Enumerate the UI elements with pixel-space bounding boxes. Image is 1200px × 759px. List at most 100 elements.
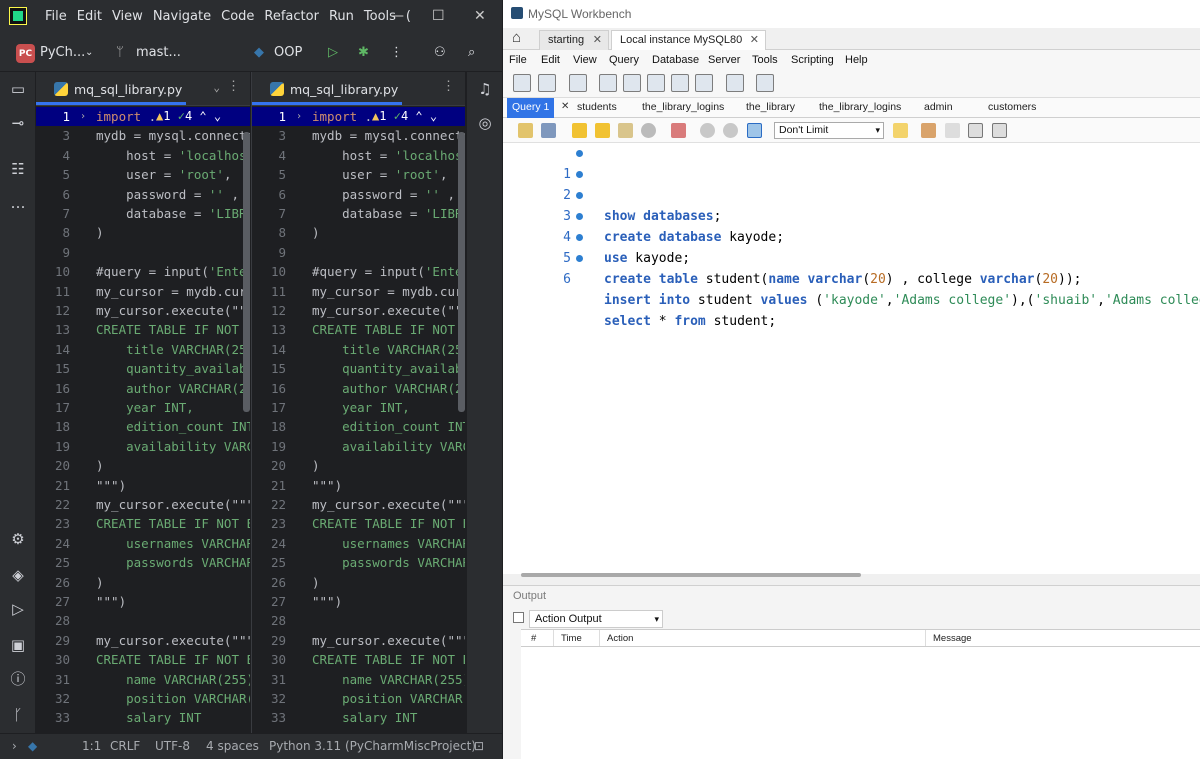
menu-scripting[interactable]: Scripting	[791, 54, 834, 66]
chevron-down-icon[interactable]: ⌄	[213, 81, 220, 94]
tab-the-library[interactable]: the_library	[746, 101, 795, 113]
structure-icon[interactable]: ☷	[9, 160, 27, 178]
layers-icon[interactable]: ◈	[9, 566, 27, 584]
col-number[interactable]: #	[531, 633, 536, 644]
menu-edit[interactable]: Edit	[77, 9, 102, 24]
close-icon[interactable]: ✕	[474, 8, 486, 24]
fold-icon[interactable]: ›	[296, 107, 302, 126]
maximize-icon[interactable]: ☐	[432, 8, 445, 24]
explain-icon[interactable]	[618, 123, 633, 138]
run-config-selector[interactable]: OOP	[274, 45, 302, 60]
menu-navigate[interactable]: Navigate	[153, 9, 211, 24]
close-icon[interactable]: ✕	[561, 101, 569, 112]
chevron-up-icon[interactable]: ⌃	[199, 109, 206, 123]
project-selector[interactable]: PyCh...	[40, 45, 85, 60]
menu-file[interactable]: File	[509, 54, 527, 66]
python-packages-icon[interactable]: ⚙	[9, 530, 27, 548]
col-message[interactable]: Message	[933, 633, 972, 644]
file-tab[interactable]: mq_sql_library.py ⌄ ⋮	[36, 72, 250, 106]
tab-the-library-logins[interactable]: the_library_logins	[642, 101, 724, 113]
word-wrap-icon[interactable]	[992, 123, 1007, 138]
menu-server[interactable]: Server	[708, 54, 740, 66]
add-snippet-icon[interactable]	[893, 123, 908, 138]
inspection-widget[interactable]: ▲1 ✓4 ⌃ ⌄	[156, 107, 221, 126]
more-actions-icon[interactable]: ⋮	[390, 45, 403, 60]
tab-the-library-logins-2[interactable]: the_library_logins	[819, 101, 901, 113]
rollback-icon[interactable]	[723, 123, 738, 138]
search-table-data-icon[interactable]	[726, 74, 744, 92]
inspection-widget[interactable]: ▲1 ✓4 ⌃ ⌄	[372, 107, 437, 126]
commit-icon[interactable]	[700, 123, 715, 138]
find-icon[interactable]	[945, 123, 960, 138]
indent-setting[interactable]: 4 spaces	[206, 739, 259, 753]
menu-view[interactable]: View	[573, 54, 597, 66]
problems-icon[interactable]: ⓘ	[9, 670, 27, 688]
stop-icon[interactable]	[641, 123, 656, 138]
chevron-right-icon[interactable]: ›	[12, 739, 17, 753]
menu-view[interactable]: View	[112, 9, 143, 24]
open-sql-script-icon[interactable]	[538, 74, 556, 92]
close-icon[interactable]: ✕	[593, 31, 602, 49]
autocommit-icon[interactable]	[747, 123, 762, 138]
project-badge[interactable]: PC	[16, 44, 35, 63]
services-icon[interactable]: ▷	[9, 600, 27, 618]
chevron-down-icon[interactable]: ⌄	[430, 109, 437, 123]
menu-tools[interactable]: Tools	[752, 54, 778, 66]
create-function-icon[interactable]	[695, 74, 713, 92]
create-table-icon[interactable]	[623, 74, 641, 92]
limit-rows-select[interactable]: Don't Limit	[774, 122, 884, 139]
more-tools-icon[interactable]: …	[9, 194, 27, 212]
file-tab[interactable]: mq_sql_library.py ⋮	[252, 72, 465, 106]
reconnect-icon[interactable]	[756, 74, 774, 92]
editor-scrollbar[interactable]	[243, 132, 250, 412]
line-separator[interactable]: CRLF	[110, 739, 140, 753]
chevron-down-icon[interactable]: ⌄	[214, 109, 221, 123]
output-type-select[interactable]: Action Output	[529, 610, 663, 628]
tab-students[interactable]: students	[577, 101, 617, 113]
open-file-icon[interactable]	[518, 123, 533, 138]
menu-more[interactable]: (	[406, 9, 411, 24]
search-icon[interactable]: ⌕	[468, 45, 475, 60]
editor-scrollbar[interactable]	[458, 132, 465, 412]
menu-query[interactable]: Query	[609, 54, 639, 66]
menu-run[interactable]: Run	[329, 9, 354, 24]
tab-query-1[interactable]: Query 1	[507, 98, 555, 118]
run-icon[interactable]: ▷	[328, 45, 338, 60]
create-schema-icon[interactable]	[599, 74, 617, 92]
editor-horizontal-scrollbar[interactable]	[521, 573, 861, 577]
project-folder-icon[interactable]: ▭	[9, 80, 27, 98]
tab-local-instance[interactable]: Local instance MySQL80 ✕	[611, 30, 766, 50]
lock-icon[interactable]: ⊡	[474, 739, 484, 753]
minimize-icon[interactable]: —	[390, 8, 404, 24]
toggle-error-icon[interactable]	[671, 123, 686, 138]
menu-help[interactable]: Help	[845, 54, 868, 66]
more-actions-icon[interactable]: ⋮	[227, 79, 240, 94]
beautify-icon[interactable]	[921, 123, 936, 138]
new-sql-tab-icon[interactable]	[513, 74, 531, 92]
menu-database[interactable]: Database	[652, 54, 699, 66]
tab-starting[interactable]: starting ✕	[539, 30, 609, 50]
create-view-icon[interactable]	[647, 74, 665, 92]
invisible-chars-icon[interactable]	[968, 123, 983, 138]
execute-icon[interactable]	[572, 123, 587, 138]
debug-icon[interactable]: ✱	[358, 45, 369, 60]
tab-customers[interactable]: customers	[988, 101, 1036, 113]
file-encoding[interactable]: UTF-8	[155, 739, 190, 753]
save-icon[interactable]	[541, 123, 556, 138]
create-procedure-icon[interactable]	[671, 74, 689, 92]
caret-position[interactable]: 1:1	[82, 739, 101, 753]
tab-admin[interactable]: admin	[924, 101, 953, 113]
menu-edit[interactable]: Edit	[541, 54, 560, 66]
notifications-icon[interactable]: ♫	[476, 80, 494, 98]
fold-icon[interactable]: ›	[80, 107, 86, 126]
sql-editor[interactable]: 1 show databases; 2 create database kayo…	[503, 143, 1200, 577]
ai-assistant-icon[interactable]: ◎	[476, 114, 494, 132]
chevron-up-icon[interactable]: ⌃	[415, 109, 422, 123]
col-action[interactable]: Action	[607, 633, 633, 644]
commit-icon[interactable]: ⊸	[9, 114, 27, 132]
add-user-icon[interactable]: ⚇	[434, 45, 446, 60]
python-interpreter[interactable]: Python 3.11 (PyCharmMiscProject)	[269, 739, 476, 753]
menu-code[interactable]: Code	[221, 9, 254, 24]
inspector-icon[interactable]	[569, 74, 587, 92]
more-actions-icon[interactable]: ⋮	[442, 79, 455, 94]
